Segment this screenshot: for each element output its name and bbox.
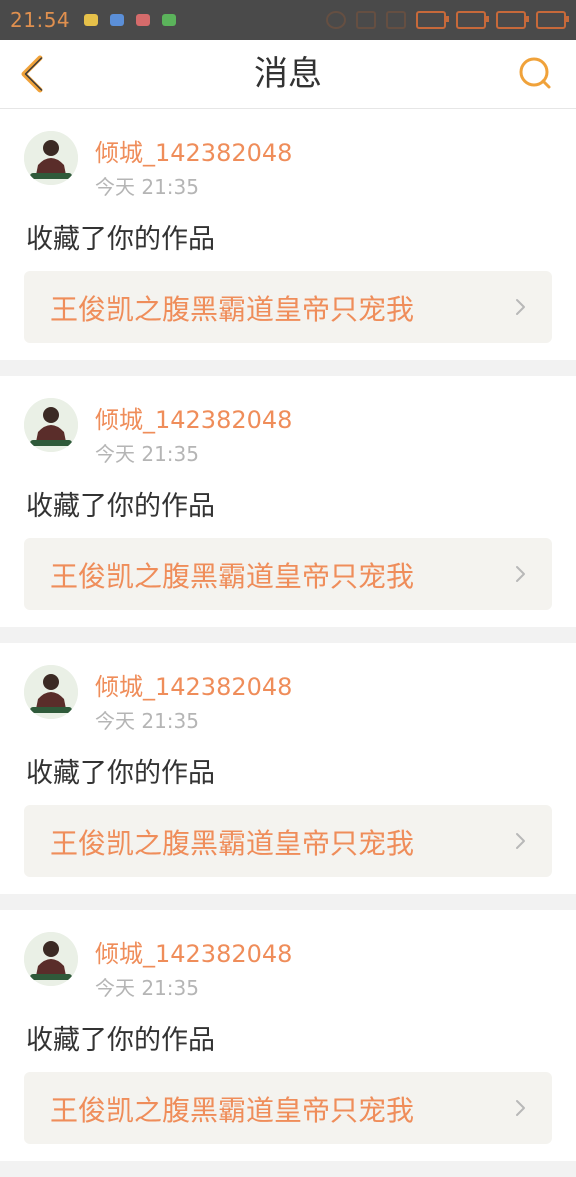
username-link[interactable]: 倾城_142382048 <box>95 934 292 969</box>
work-link[interactable]: 王俊凯之腹黑霸道皇帝只宠我 <box>24 538 552 610</box>
avatar-image <box>24 665 78 719</box>
avatar-image <box>24 131 78 185</box>
message-card: 倾城_142382048 今天 21:35 收藏了你的作品 王俊凯之腹黑霸道皇帝… <box>0 643 576 894</box>
blue-app-icon <box>110 14 125 26</box>
wifi-icon <box>356 11 376 29</box>
green-app-icon <box>162 14 177 26</box>
alarm-icon <box>326 11 346 29</box>
message-card: 倾城_142382048 今天 21:35 收藏了你的作品 王俊凯之腹黑霸道皇帝… <box>0 109 576 360</box>
work-title: 王俊凯之腹黑霸道皇帝只宠我 <box>50 1094 415 1127</box>
status-indicators <box>326 11 569 29</box>
timestamp: 今天 21:35 <box>95 175 199 199</box>
red-app-icon <box>136 14 151 26</box>
search-icon <box>519 57 551 89</box>
timestamp: 今天 21:35 <box>95 976 199 1000</box>
notification-icons <box>84 14 177 26</box>
work-title: 王俊凯之腹黑霸道皇帝只宠我 <box>50 560 415 593</box>
chevron-right-icon <box>516 1100 525 1116</box>
work-title: 王俊凯之腹黑霸道皇帝只宠我 <box>50 827 415 860</box>
avatar[interactable] <box>24 398 78 452</box>
username-link[interactable]: 倾城_142382048 <box>95 400 292 435</box>
status-time: 21:54 <box>10 8 71 32</box>
action-text: 收藏了你的作品 <box>26 224 215 255</box>
chevron-right-icon <box>516 299 525 315</box>
username-link[interactable]: 倾城_142382048 <box>95 133 292 168</box>
action-text: 收藏了你的作品 <box>26 491 215 522</box>
username-link[interactable]: 倾城_142382048 <box>95 667 292 702</box>
battery-icon <box>416 11 449 29</box>
search-button[interactable] <box>516 54 556 94</box>
status-bar: 21:54 <box>0 0 576 40</box>
avatar[interactable] <box>24 131 78 185</box>
signal-icon <box>386 11 406 29</box>
header: 消息 <box>0 40 576 109</box>
avatar-image <box>24 932 78 986</box>
avatar-image <box>24 398 78 452</box>
avatar[interactable] <box>24 932 78 986</box>
crown-app-icon <box>84 14 99 26</box>
battery-icon <box>456 11 489 29</box>
timestamp: 今天 21:35 <box>95 442 199 466</box>
work-link[interactable]: 王俊凯之腹黑霸道皇帝只宠我 <box>24 805 552 877</box>
message-card: 倾城_142382048 今天 21:35 收藏了你的作品 王俊凯之腹黑霸道皇帝… <box>0 910 576 1161</box>
message-list: 倾城_142382048 今天 21:35 收藏了你的作品 王俊凯之腹黑霸道皇帝… <box>0 109 576 1177</box>
chevron-right-icon <box>516 833 525 849</box>
action-text: 收藏了你的作品 <box>26 758 215 789</box>
message-card: 倾城_142382048 今天 21:35 收藏了你的作品 王俊凯之腹黑霸道皇帝… <box>0 376 576 627</box>
work-link[interactable]: 王俊凯之腹黑霸道皇帝只宠我 <box>24 1072 552 1144</box>
timestamp: 今天 21:35 <box>95 709 199 733</box>
chevron-right-icon <box>516 566 525 582</box>
battery-icon <box>496 11 529 29</box>
work-title: 王俊凯之腹黑霸道皇帝只宠我 <box>50 293 415 326</box>
battery-icon <box>536 11 569 29</box>
page-title: 消息 <box>254 54 322 94</box>
avatar[interactable] <box>24 665 78 719</box>
work-link[interactable]: 王俊凯之腹黑霸道皇帝只宠我 <box>24 271 552 343</box>
